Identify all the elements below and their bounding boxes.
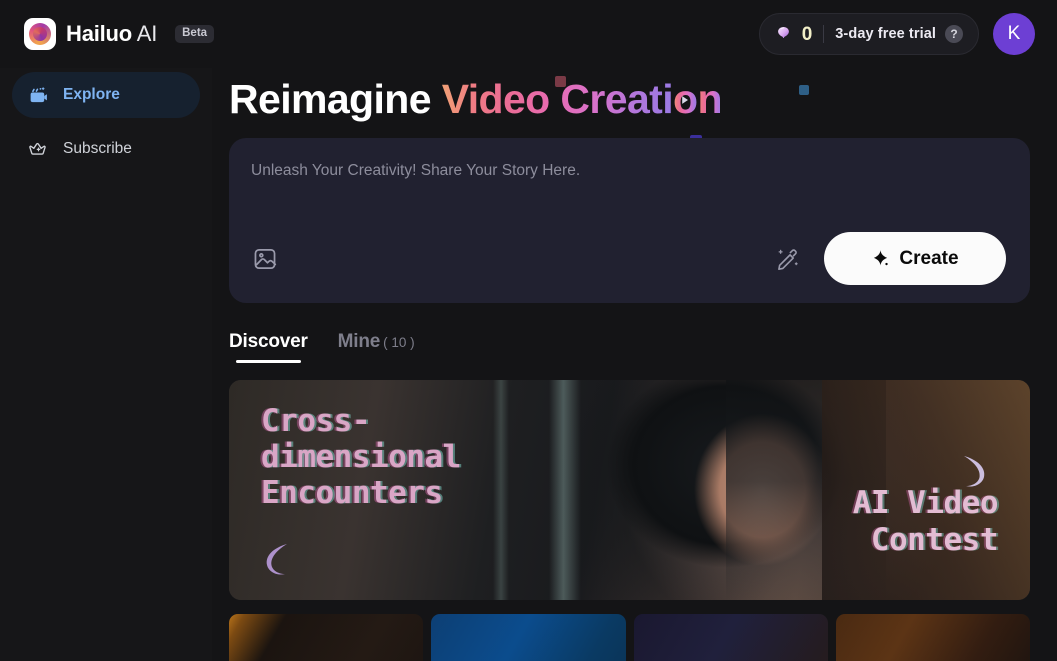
beta-badge: Beta xyxy=(175,24,215,44)
sparkle-icon xyxy=(874,250,889,266)
tab-mine[interactable]: Mine( 10 ) xyxy=(338,331,415,363)
sidebar: Explore Subscribe xyxy=(0,68,212,661)
avatar[interactable]: K xyxy=(993,13,1035,55)
headline-play-letter: o xyxy=(673,77,698,121)
video-thumbnail-2[interactable] xyxy=(431,614,626,661)
page-title: Reimagine Video Creation xyxy=(229,68,1030,121)
brand-name-text: Hailuo xyxy=(66,21,133,46)
trial-label: 3-day free trial xyxy=(835,26,936,42)
video-thumbnail-1[interactable] xyxy=(229,614,424,661)
prompt-toolbar-right: Create xyxy=(774,232,1006,286)
headline-part-1: Reimagine xyxy=(229,76,442,122)
top-bar-right: 0 3-day free trial ? K xyxy=(758,13,1035,55)
crown-icon xyxy=(28,139,49,160)
sidebar-item-subscribe[interactable]: Subscribe xyxy=(12,126,200,172)
headline-part-2: Video Creati xyxy=(441,76,674,122)
prompt-textarea[interactable]: Unleash Your Creativity! Share Your Stor… xyxy=(251,160,1006,182)
prompt-toolbar: Create xyxy=(251,232,1006,286)
video-thumbnail-row xyxy=(229,614,1030,661)
top-bar: Hailuo AI Beta 0 3-day free trial ? K xyxy=(0,0,1057,68)
tab-discover[interactable]: Discover xyxy=(229,331,308,364)
banner-title-left: Cross- dimensional Encounters xyxy=(261,403,461,511)
swoosh-decoration-icon-left xyxy=(266,544,287,575)
body-wrapper: Explore Subscribe Reimagine Video Creati… xyxy=(0,68,1057,661)
credit-count: 0 xyxy=(801,23,813,45)
sidebar-item-explore[interactable]: Explore xyxy=(12,72,200,118)
create-button[interactable]: Create xyxy=(824,232,1006,286)
play-triangle-icon xyxy=(682,96,689,105)
headline-part-3: n xyxy=(697,76,722,122)
image-upload-icon[interactable] xyxy=(251,245,279,273)
hailuo-logo-icon xyxy=(24,18,56,50)
magic-wand-icon[interactable] xyxy=(774,245,802,273)
app-root: Hailuo AI Beta 0 3-day free trial ? K Ex… xyxy=(0,0,1057,661)
main-content: Reimagine Video Creation Unleash Your Cr… xyxy=(212,68,1057,661)
tab-mine-count: ( 10 ) xyxy=(383,335,415,351)
tab-discover-label: Discover xyxy=(229,331,308,353)
pill-divider xyxy=(823,25,825,43)
avatar-initial: K xyxy=(1007,23,1021,44)
video-thumbnail-3[interactable] xyxy=(633,614,828,661)
featured-banner[interactable]: Cross- dimensional Encounters AI Video C… xyxy=(229,380,1030,601)
video-clapper-icon xyxy=(28,85,49,106)
brand-name-suffix: AI xyxy=(132,21,158,46)
banner-title-right: AI Video Contest xyxy=(852,485,999,558)
content-tabs: Discover Mine( 10 ) xyxy=(229,331,1030,364)
sidebar-item-label: Subscribe xyxy=(63,140,132,158)
prompt-input-card[interactable]: Unleash Your Creativity! Share Your Stor… xyxy=(229,138,1030,304)
tab-mine-label: Mine xyxy=(337,331,381,353)
brand-title: Hailuo AI xyxy=(66,21,157,47)
brand-logo-group[interactable]: Hailuo AI Beta xyxy=(24,18,215,50)
gem-icon xyxy=(777,26,789,38)
create-button-label: Create xyxy=(899,247,959,269)
sidebar-item-label: Explore xyxy=(63,86,120,104)
question-mark-icon[interactable]: ? xyxy=(945,25,963,43)
video-thumbnail-4[interactable] xyxy=(835,614,1030,661)
trial-credits-pill[interactable]: 0 3-day free trial ? xyxy=(758,13,979,55)
